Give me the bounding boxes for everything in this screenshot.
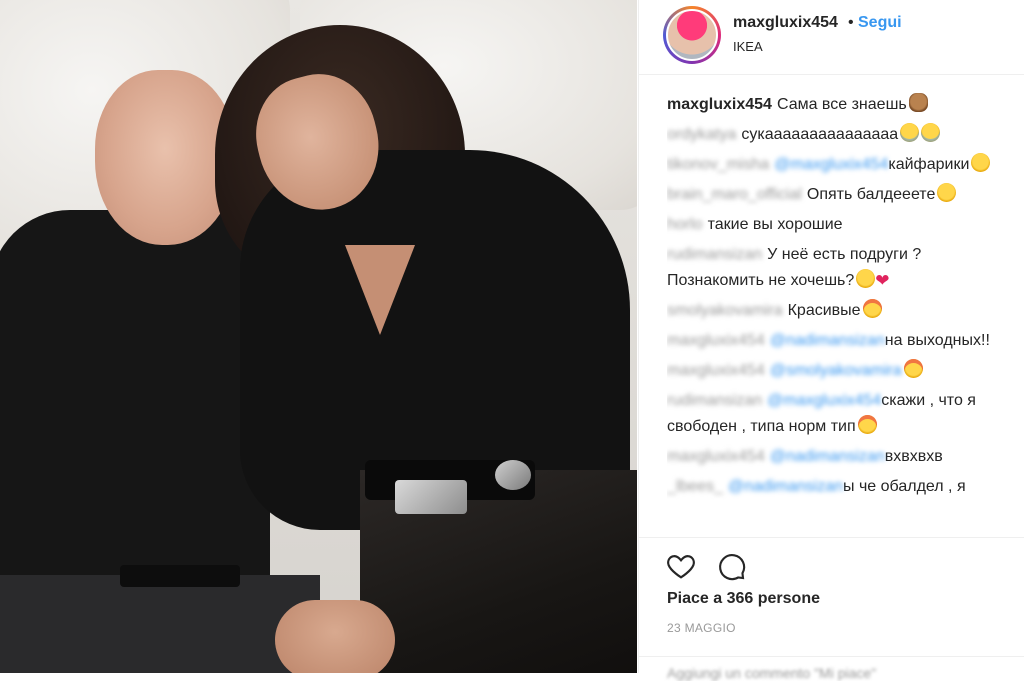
avatar[interactable] [666, 9, 718, 61]
comment-username[interactable]: ordykatya [667, 126, 736, 143]
heart-eyes-emoji-icon [857, 415, 877, 434]
comment-item: horlo такие вы хорошие [667, 212, 1013, 238]
man-belt [120, 565, 240, 587]
comment-username[interactable]: tikonov_misha [667, 156, 769, 173]
heart-eyes-emoji-icon [903, 359, 923, 378]
add-comment-bar[interactable]: Aggiungi un commento "Mi piace" [639, 656, 1024, 681]
comment-text: сукааааааааааааааа [741, 126, 899, 143]
comment-item: ordykatya сукааааааааааааааа [667, 122, 1013, 148]
comment-text: Сама все знаешь [776, 96, 907, 113]
belt-buckle [395, 480, 467, 514]
comment-username[interactable]: maxgluxix454 [667, 362, 765, 379]
comment-mention[interactable]: @nadimansizan [728, 478, 843, 495]
comment-username[interactable]: rudimansizan [667, 246, 762, 263]
comment-item: tikonov_misha @maxgluxix454кайфарики [667, 152, 1013, 178]
comment-text: на выходных!! [884, 332, 990, 349]
comment-item: maxgluxix454 @nadimansizanвхвхвхв [667, 444, 1013, 470]
man-jeans [0, 575, 320, 673]
holding-hands [275, 600, 395, 673]
comment-item: rudimansizan У неё есть подруги ? Познако… [667, 242, 1013, 294]
post-date: 23 MAGGIO [667, 621, 736, 635]
comment-username[interactable]: horlo [667, 216, 703, 233]
comment-item: smolyakovamira Красивые [667, 298, 1013, 324]
comment-username[interactable]: brain_maro_official [667, 186, 802, 203]
grin-emoji-icon [971, 153, 991, 172]
post-header: maxgluxix454 • Segui IKEA [639, 0, 1024, 75]
man-head [95, 70, 235, 245]
grin-emoji-icon [937, 183, 957, 202]
comment-item: maxgluxix454 Сама все знаешь [667, 92, 1013, 118]
comment-text: кайфарики [888, 156, 970, 173]
belt-ornament [495, 460, 531, 490]
comment-text: Опять балдееете [806, 186, 936, 203]
comment-mention[interactable]: @maxgluxix454 [774, 156, 888, 173]
comment-username[interactable]: maxgluxix454 [667, 96, 772, 113]
comment-username[interactable]: maxgluxix454 [667, 332, 765, 349]
comment-username[interactable]: _lbees_ [667, 478, 723, 495]
comment-text: такие вы хорошие [707, 216, 843, 233]
comment-text: ы че обалдел , я [843, 478, 966, 495]
comment-mention[interactable]: @nadimansizan [770, 448, 885, 465]
author-username[interactable]: maxgluxix454 [733, 14, 838, 32]
comment-item: brain_maro_official Опять балдееете [667, 182, 1013, 208]
crying-emoji-icon [921, 123, 941, 142]
red-heart-icon: ❤ [875, 271, 890, 290]
post-sidebar: maxgluxix454 • Segui IKEA maxgluxix454 Са… [638, 0, 1024, 681]
comment-username[interactable]: maxgluxix454 [667, 448, 765, 465]
comment-mention[interactable]: @smolyakovamira [770, 362, 902, 379]
location-link[interactable]: IKEA [733, 39, 763, 54]
comment-username[interactable]: rudimansizan [667, 392, 762, 409]
grin-emoji-icon [856, 269, 876, 288]
likes-count[interactable]: Piace a 366 persone [667, 590, 820, 608]
comment-mention[interactable]: @nadimansizan [770, 332, 885, 349]
comment-item: maxgluxix454 @smolyakovamira [667, 358, 1013, 384]
post-photo[interactable] [0, 0, 637, 673]
comment-item: maxgluxix454 @nadimansizanна выходных!! [667, 328, 1013, 354]
add-comment-input[interactable]: Aggiungi un commento "Mi piace" [667, 665, 876, 681]
monkey-emoji-icon [908, 93, 928, 112]
comment-item: rudimansizan @maxgluxix454скажи , что я с… [667, 388, 1013, 440]
comment-item: _lbees_ @nadimansizanы че обалдел , я [667, 474, 1013, 500]
comment-username[interactable]: smolyakovamira [667, 302, 783, 319]
comment-mention[interactable]: @maxgluxix454 [767, 392, 881, 409]
comment-text: вхвхвхв [884, 448, 943, 465]
heart-icon[interactable] [665, 550, 697, 582]
action-bar: Piace a 366 persone 23 MAGGIO Aggiungi u… [639, 537, 1024, 681]
follow-button[interactable]: Segui [858, 14, 902, 32]
comment-bubble-icon[interactable] [715, 550, 747, 582]
comment-text: Красивые [787, 302, 861, 319]
heart-eyes-emoji-icon [862, 299, 882, 318]
separator-dot: • [848, 14, 854, 31]
crying-emoji-icon [900, 123, 920, 142]
comments-list[interactable]: maxgluxix454 Сама все знаешь ordykatya сука… [667, 92, 1013, 537]
